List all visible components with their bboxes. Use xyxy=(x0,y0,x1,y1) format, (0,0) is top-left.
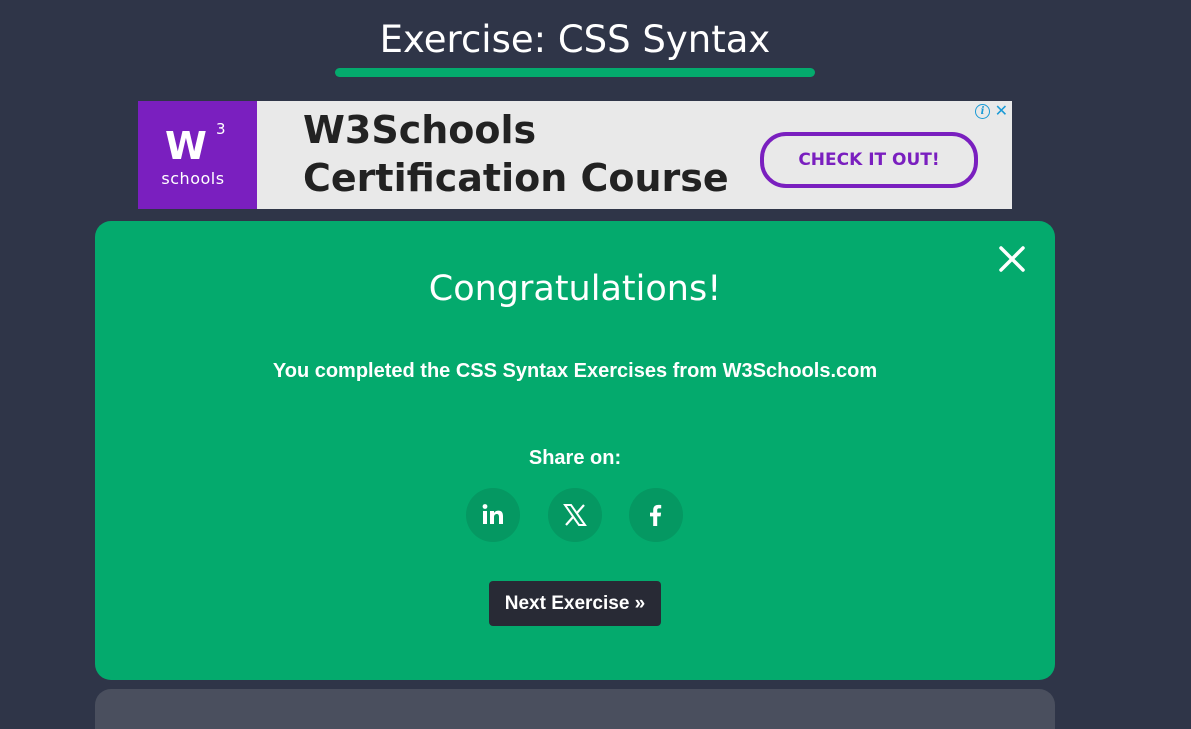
modal-heading: Congratulations! xyxy=(428,269,722,309)
title-underline xyxy=(335,68,815,77)
ad-logo-superscript: 3 xyxy=(216,120,226,138)
ad-headline-line1: W3Schools xyxy=(303,108,537,152)
ad-logo[interactable]: W 3 schools xyxy=(138,101,257,209)
ad-cta-button[interactable]: CHECK IT OUT! xyxy=(760,132,978,188)
ad-logo-mark: W xyxy=(165,124,207,168)
info-icon[interactable]: i xyxy=(975,104,990,119)
share-x-button[interactable] xyxy=(548,488,602,542)
congratulations-modal: Congratulations! You completed the CSS S… xyxy=(95,221,1055,680)
completion-message: You completed the CSS Syntax Exercises f… xyxy=(272,360,878,382)
close-icon[interactable]: ✕ xyxy=(995,102,1008,120)
linkedin-icon xyxy=(482,504,503,524)
share-linkedin-button[interactable] xyxy=(466,488,520,542)
share-facebook-button[interactable] xyxy=(629,488,683,542)
ad-banner[interactable]: W 3 schools W3Schools Certification Cour… xyxy=(138,101,1012,209)
ad-headline-line2: Certification Course xyxy=(303,156,729,200)
ad-headline[interactable]: W3Schools Certification Course xyxy=(303,106,729,202)
share-label: Share on: xyxy=(528,447,622,469)
next-exercise-button[interactable]: Next Exercise » xyxy=(489,581,661,626)
page-title: Exercise: CSS Syntax xyxy=(379,18,771,61)
x-icon xyxy=(563,504,587,526)
ad-logo-text: schools xyxy=(161,169,225,188)
exercise-panel xyxy=(95,689,1055,729)
facebook-icon xyxy=(650,504,662,526)
